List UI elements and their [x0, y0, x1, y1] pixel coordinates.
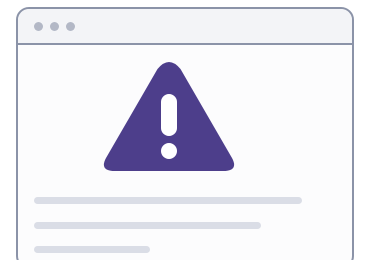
warning-icon	[103, 62, 235, 171]
placeholder-text-line	[34, 222, 261, 229]
window-dot	[34, 22, 43, 31]
window-title-bar	[18, 9, 352, 45]
placeholder-text-line	[34, 246, 150, 253]
exclamation-dot	[161, 143, 177, 159]
placeholder-text-line	[34, 197, 302, 204]
window-dot	[66, 22, 75, 31]
exclamation-bar	[161, 94, 177, 136]
window-dot	[50, 22, 59, 31]
error-illustration	[0, 0, 370, 260]
